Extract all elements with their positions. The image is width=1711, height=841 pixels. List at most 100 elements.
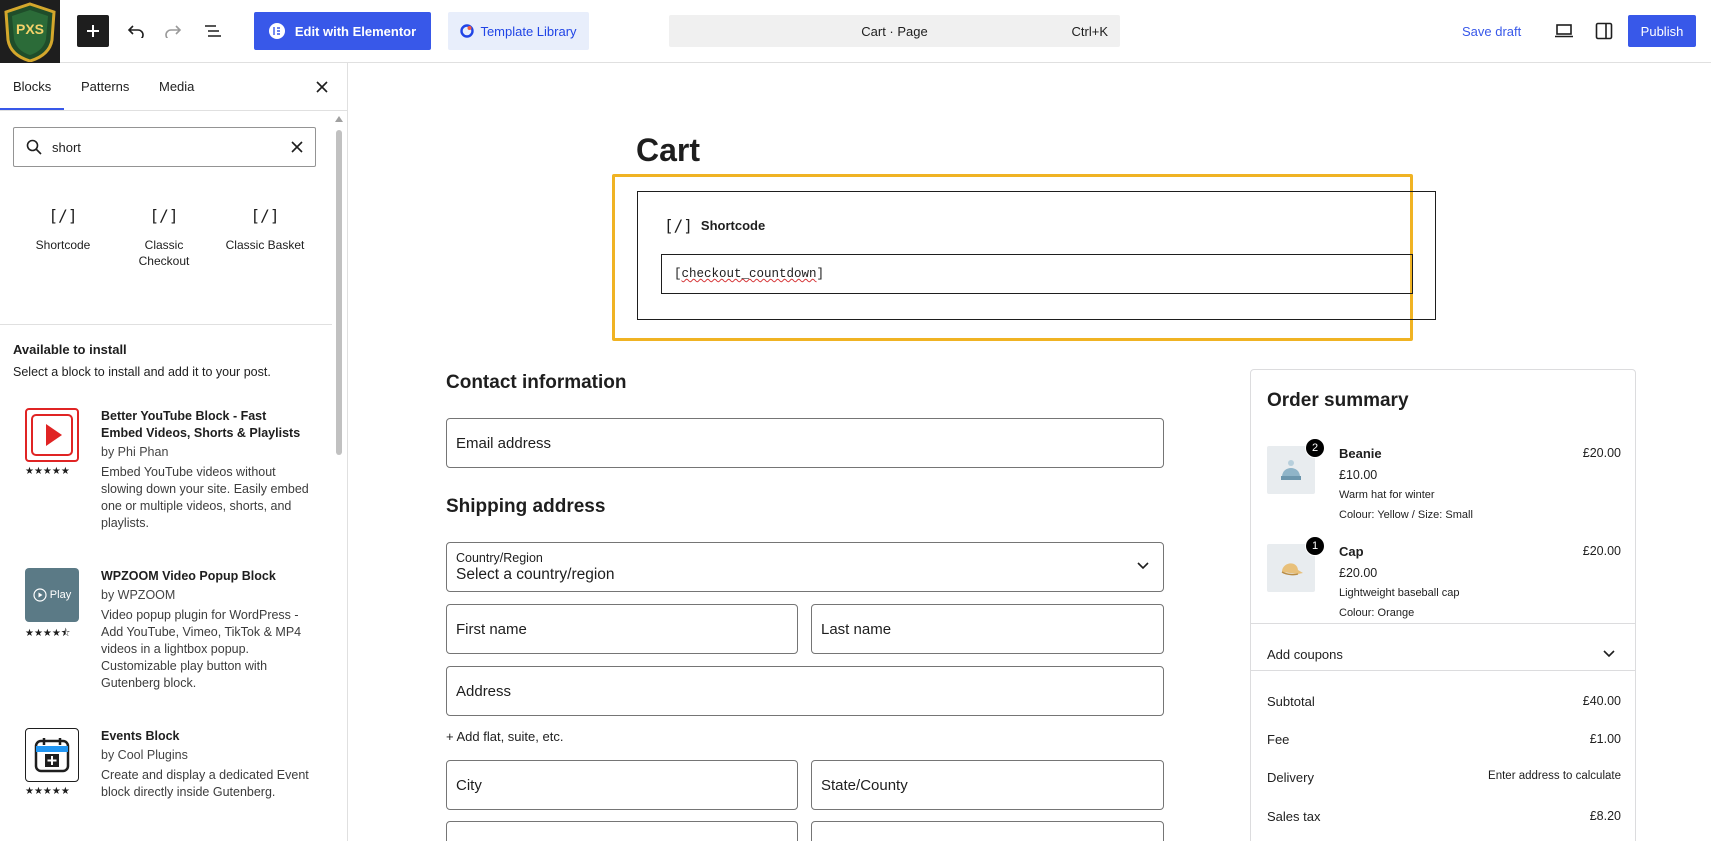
tab-patterns[interactable]: Patterns <box>81 63 129 111</box>
product-attributes: Colour: Orange <box>1339 607 1415 619</box>
logo-text: PXS <box>16 21 44 37</box>
plugin-rating-stars: ★★★★⯪ <box>25 628 71 639</box>
plugin-description: Embed YouTube videos without slowing dow… <box>101 465 309 530</box>
postcode-field[interactable] <box>446 821 798 841</box>
block-search-input[interactable]: short <box>13 127 316 167</box>
plugin-author: by Cool Plugins <box>101 748 188 762</box>
shortcode-value: checkout_countdown <box>681 267 817 281</box>
divider <box>1251 670 1635 671</box>
last-name-field[interactable]: Last name <box>811 604 1164 654</box>
block-item-classic-checkout[interactable]: [/] Classic Checkout <box>114 201 214 269</box>
available-to-install-description: Select a block to install and add it to … <box>13 365 271 379</box>
divider <box>0 324 332 325</box>
phone-field[interactable] <box>811 821 1164 841</box>
block-item-classic-basket[interactable]: [/] Classic Basket <box>215 201 315 253</box>
shortcode-label-text: Shortcode <box>700 218 766 233</box>
shortcode-icon: [/] <box>250 206 280 225</box>
plugin-description: Video popup plugin for WordPress - Add Y… <box>101 608 302 690</box>
sidebar-toggle-icon <box>1595 22 1613 40</box>
quantity-badge: 2 <box>1305 438 1325 458</box>
delivery-label: Delivery <box>1267 770 1314 785</box>
sales-tax-label: Sales tax <box>1267 809 1321 824</box>
plugin-item-better-youtube[interactable]: ★★★★★ Better YouTube Block - Fast Embed … <box>25 408 309 538</box>
shortcode-icon: [/] <box>48 206 78 225</box>
delivery-value: Enter address to calculate <box>1488 770 1621 782</box>
plugin-name: WPZOOM Video Popup Block <box>101 569 276 583</box>
country-region-label: Country/Region <box>456 550 543 565</box>
clear-search-icon[interactable] <box>291 141 303 153</box>
save-draft-button[interactable]: Save draft <box>1462 15 1521 47</box>
add-address-line-2-link[interactable]: + Add flat, suite, etc. <box>446 729 563 744</box>
sidebar-scrollbar[interactable] <box>336 130 342 455</box>
unit-price: £20.00 <box>1339 566 1378 580</box>
template-library-icon <box>460 24 475 38</box>
cap-image-icon <box>1281 563 1303 576</box>
block-inserter-button[interactable] <box>77 15 109 47</box>
city-field[interactable]: City <box>446 760 798 810</box>
undo-button[interactable] <box>120 15 152 47</box>
document-overview-button[interactable] <box>197 15 229 47</box>
plus-icon <box>87 25 99 37</box>
order-summary-heading: Order summary <box>1267 390 1409 411</box>
redo-icon <box>165 25 182 38</box>
email-field[interactable]: Email address <box>446 418 1164 468</box>
site-logo[interactable]: PXS <box>0 0 60 63</box>
pxs-shield-icon: PXS <box>4 1 56 62</box>
command-palette-bar[interactable]: Cart · Page Ctrl+K <box>669 15 1120 47</box>
product-attributes: Colour: Yellow / Size: Small <box>1339 509 1473 521</box>
list-view-icon <box>205 25 221 37</box>
inserter-tabs: Blocks Patterns Media <box>0 63 347 111</box>
preview-button[interactable] <box>1548 15 1580 47</box>
edit-with-elementor-button[interactable]: Edit with Elementor <box>254 12 431 50</box>
redo-button[interactable] <box>157 15 189 47</box>
add-coupons-label: Add coupons <box>1267 647 1343 662</box>
tab-media[interactable]: Media <box>159 63 194 111</box>
video-popup-icon-text: Play <box>49 589 72 601</box>
delivery-row: Delivery Enter address to calculate <box>1267 770 1621 785</box>
template-library-label: Template Library <box>480 23 577 39</box>
first-name-field[interactable]: First name <box>446 604 798 654</box>
shortcode-block[interactable]: [/] Shortcode [checkout_countdown] <box>637 191 1436 320</box>
plugin-item-wpzoom-video-popup[interactable]: Play ★★★★⯪ WPZOOM Video Popup Block by W… <box>25 568 305 698</box>
state-county-field[interactable]: State/County <box>811 760 1164 810</box>
plugin-item-events-block[interactable]: ★★★★★ Events Block by Cool Plugins Creat… <box>25 728 309 838</box>
tab-blocks[interactable]: Blocks <box>13 63 51 111</box>
fee-row: Fee £1.00 <box>1267 732 1621 747</box>
publish-button[interactable]: Publish <box>1628 15 1696 47</box>
address-field[interactable]: Address <box>446 666 1164 716</box>
video-popup-icon: Play <box>25 568 79 622</box>
line-total: £20.00 <box>1582 544 1621 558</box>
search-value: short <box>52 139 81 155</box>
command-shortcut: Ctrl+K <box>1071 23 1108 39</box>
plugin-description: Create and display a dedicated Event blo… <box>101 768 309 799</box>
plugin-author: by Phi Phan <box>101 445 169 459</box>
document-title: Cart · Page <box>861 23 928 39</box>
chevron-down-icon <box>1137 562 1149 570</box>
block-item-shortcode[interactable]: [/] Shortcode <box>13 201 113 253</box>
plugin-name: Events Block <box>101 729 180 743</box>
subtotal-label: Subtotal <box>1267 694 1315 709</box>
shortcode-input[interactable]: [checkout_countdown] <box>661 254 1413 294</box>
contact-information-heading: Contact information <box>446 372 627 393</box>
editor-canvas: Cart [/] Shortcode [checkout_countdown] … <box>348 63 1711 841</box>
divider <box>1251 623 1635 624</box>
cart-line-item: 1 Cap £20.00 £20.00 Lightweight baseball… <box>1267 536 1621 624</box>
available-to-install-heading: Available to install <box>13 342 127 357</box>
country-region-select[interactable]: Country/Region Select a country/region <box>446 542 1164 592</box>
unit-price: £10.00 <box>1339 468 1378 482</box>
add-coupons-toggle[interactable]: Add coupons <box>1267 647 1621 662</box>
template-library-button[interactable]: Template Library <box>448 12 589 50</box>
product-description: Warm hat for winter <box>1339 489 1435 501</box>
shortcode-close-bracket: ] <box>816 267 825 281</box>
settings-panel-button[interactable] <box>1588 15 1620 47</box>
close-inserter-button[interactable] <box>312 77 332 97</box>
beanie-image-icon <box>1281 460 1301 480</box>
search-icon <box>26 139 42 155</box>
shortcode-icon: [/] <box>149 206 179 225</box>
country-region-value: Select a country/region <box>456 565 615 583</box>
edit-with-elementor-label: Edit with Elementor <box>294 23 417 39</box>
close-icon <box>316 81 328 93</box>
scroll-up-arrow-icon[interactable] <box>335 116 343 122</box>
page-title[interactable]: Cart <box>636 132 700 169</box>
order-summary-panel: Order summary 2 Beanie £20.00 £10.00 War… <box>1250 369 1636 841</box>
